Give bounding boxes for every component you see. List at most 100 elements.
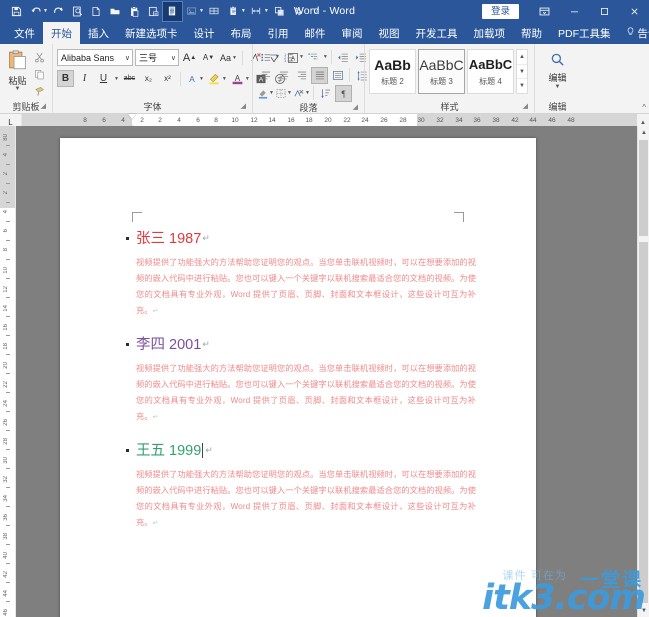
document-page[interactable]: 张三 1987↵ 视频提供了功能强大的方法帮助您证明您的观点。当您单击联机视频时… (60, 138, 536, 617)
copy-button[interactable] (31, 67, 48, 82)
sort-button[interactable] (317, 85, 334, 102)
underline-button[interactable]: U (95, 70, 112, 87)
shading-icon[interactable] (270, 2, 289, 21)
font-color-button[interactable]: A ▼ (230, 70, 251, 87)
superscript-button[interactable]: x² (159, 70, 176, 87)
numbering-button[interactable]: 123 (281, 49, 298, 66)
show-marks-button[interactable]: ¶ (335, 84, 352, 102)
highlight-color-button[interactable]: ▼ (207, 70, 228, 87)
cut-button[interactable] (31, 50, 48, 65)
paragraph-dialog-launcher-icon[interactable]: ◢ (353, 101, 358, 114)
table-icon[interactable] (205, 2, 224, 21)
style-item-heading3[interactable]: AaBbC 标题 3 (418, 49, 465, 94)
chinese-layout-button[interactable]: ▼ (293, 85, 310, 102)
read-mode-icon[interactable] (161, 0, 183, 22)
styles-more-icon[interactable]: ▼ (517, 78, 527, 93)
print-preview-icon[interactable] (68, 2, 87, 21)
collapse-ribbon-icon[interactable]: ^ (642, 103, 646, 112)
tab-home[interactable]: 开始 (43, 22, 80, 44)
format-painter-dropdown-icon[interactable]: ▼ (241, 8, 246, 14)
italic-button[interactable]: I (76, 70, 93, 87)
tab-file[interactable]: 文件 (6, 22, 43, 44)
multilevel-dropdown-icon[interactable]: ▼ (323, 54, 328, 60)
editing-dropdown-icon[interactable]: ▼ (555, 84, 561, 90)
tab-insert[interactable]: 插入 (80, 22, 117, 44)
document-area[interactable]: 张三 1987↵ 视频提供了功能强大的方法帮助您证明您的观点。当您单击联机视频时… (16, 126, 637, 617)
ribbon-display-options-icon[interactable] (529, 0, 559, 22)
heading-wangwu[interactable]: 王五 1999 ↵ (126, 440, 476, 461)
styles-scroll-up-icon[interactable]: ▲ (517, 50, 527, 64)
decrease-indent-button[interactable] (335, 49, 352, 66)
save-icon[interactable] (7, 2, 26, 21)
format-painter-button[interactable] (31, 84, 48, 99)
underline-dropdown-icon[interactable]: ▼ (114, 76, 119, 82)
align-right-button[interactable] (293, 67, 310, 84)
clipboard-dialog-launcher-icon[interactable]: ◢ (41, 100, 46, 113)
vertical-ruler[interactable]: 80 4 2 2 4 6 8 10 12 14 16 18 20 22 24 26 28 30 32 34 36 38 40… (0, 126, 16, 617)
chevron-down-icon[interactable]: ∨ (122, 54, 130, 62)
heading-lisi[interactable]: 李四 2001↵ (126, 334, 476, 355)
new-document-icon[interactable] (87, 2, 106, 21)
style-item-heading4[interactable]: AaBbC 标题 4 (467, 49, 514, 94)
tab-layout[interactable]: 布局 (223, 22, 260, 44)
heading-zhangsan[interactable]: 张三 1987↵ (126, 228, 476, 249)
scrollbar-track[interactable] (639, 242, 648, 603)
shading-button[interactable]: ▼ (257, 85, 274, 102)
close-button[interactable] (619, 0, 649, 22)
bold-button[interactable]: B (57, 70, 74, 87)
grow-font-button[interactable]: A ▲ (181, 49, 198, 66)
multilevel-list-button[interactable] (305, 49, 322, 66)
spacing-dropdown-icon[interactable]: ▼ (264, 8, 269, 14)
redo-icon[interactable] (49, 2, 68, 21)
body-paragraph-2[interactable]: 视频提供了功能强大的方法帮助您证明您的观点。当您单击联机视频时，可以在想要添加的… (136, 361, 476, 426)
tab-developer[interactable]: 开发工具 (408, 22, 466, 44)
subscript-button[interactable]: x₂ (140, 70, 157, 87)
tab-tell-me[interactable]: 告诉我 (619, 22, 649, 44)
strikethrough-button[interactable]: abc (121, 70, 138, 87)
picture-dropdown-icon[interactable]: ▼ (199, 8, 204, 14)
paste-dropdown-icon[interactable]: ▼ (15, 86, 21, 92)
open-folder-icon[interactable] (106, 2, 125, 21)
styles-scroll-down-icon[interactable]: ▼ (517, 63, 527, 79)
save-as-icon[interactable] (144, 2, 163, 21)
body-paragraph-3[interactable]: 视频提供了功能强大的方法帮助您证明您的观点。当您单击联机视频时，可以在想要添加的… (136, 467, 476, 532)
align-center-button[interactable] (275, 67, 292, 84)
document-content[interactable]: 张三 1987↵ 视频提供了功能强大的方法帮助您证明您的观点。当您单击联机视频时… (126, 228, 476, 546)
tab-addins[interactable]: 加载项 (466, 22, 514, 44)
scrollbar-thumb[interactable] (639, 140, 648, 236)
font-name-combo[interactable]: Alibaba Sans ∨ (57, 49, 133, 66)
borders-button[interactable]: ▼ (275, 85, 292, 102)
chevron-down-icon[interactable]: ∨ (168, 54, 176, 62)
tab-pdf-tools[interactable]: PDF工具集 (550, 22, 619, 44)
select-pointer-icon[interactable] (289, 2, 308, 21)
tab-design[interactable]: 设计 (186, 22, 223, 44)
change-case-button[interactable]: Aa ▼ (219, 49, 238, 66)
paste-icon[interactable] (125, 2, 144, 21)
tab-help[interactable]: 帮助 (513, 22, 550, 44)
font-dialog-launcher-icon[interactable]: ◢ (241, 100, 246, 113)
tab-mailings[interactable]: 邮件 (297, 22, 334, 44)
tab-view[interactable]: 视图 (371, 22, 408, 44)
sign-in-button[interactable]: 登录 (481, 3, 519, 19)
body-paragraph-1[interactable]: 视频提供了功能强大的方法帮助您证明您的观点。当您单击联机视频时，可以在想要添加的… (136, 255, 476, 320)
distribute-button[interactable] (329, 67, 346, 84)
styles-dialog-launcher-icon[interactable]: ◢ (523, 100, 528, 113)
minimize-button[interactable] (559, 0, 589, 22)
scroll-down-icon[interactable]: ▼ (638, 604, 649, 617)
tab-references[interactable]: 引用 (260, 22, 297, 44)
bullets-button[interactable] (257, 49, 274, 66)
customize-qat-icon[interactable]: ▽ (313, 7, 318, 15)
numbering-dropdown-icon[interactable]: ▼ (299, 54, 304, 60)
paste-button[interactable]: 粘贴 ▼ (4, 48, 31, 92)
editing-button[interactable]: 编辑 ▼ (539, 48, 576, 90)
bullets-dropdown-icon[interactable]: ▼ (275, 54, 280, 60)
justify-button[interactable] (311, 66, 328, 84)
align-left-button[interactable] (257, 67, 274, 84)
scroll-up-icon[interactable]: ▲ (638, 126, 649, 139)
first-line-indent-marker[interactable] (128, 114, 136, 119)
style-item-heading2[interactable]: AaBb 标题 2 (369, 49, 416, 94)
vertical-scrollbar[interactable]: ▲ ▼ (637, 126, 649, 617)
tab-review[interactable]: 审阅 (334, 22, 371, 44)
undo-dropdown-icon[interactable]: ▼ (43, 8, 48, 14)
shrink-font-button[interactable]: A ▼ (200, 49, 217, 66)
